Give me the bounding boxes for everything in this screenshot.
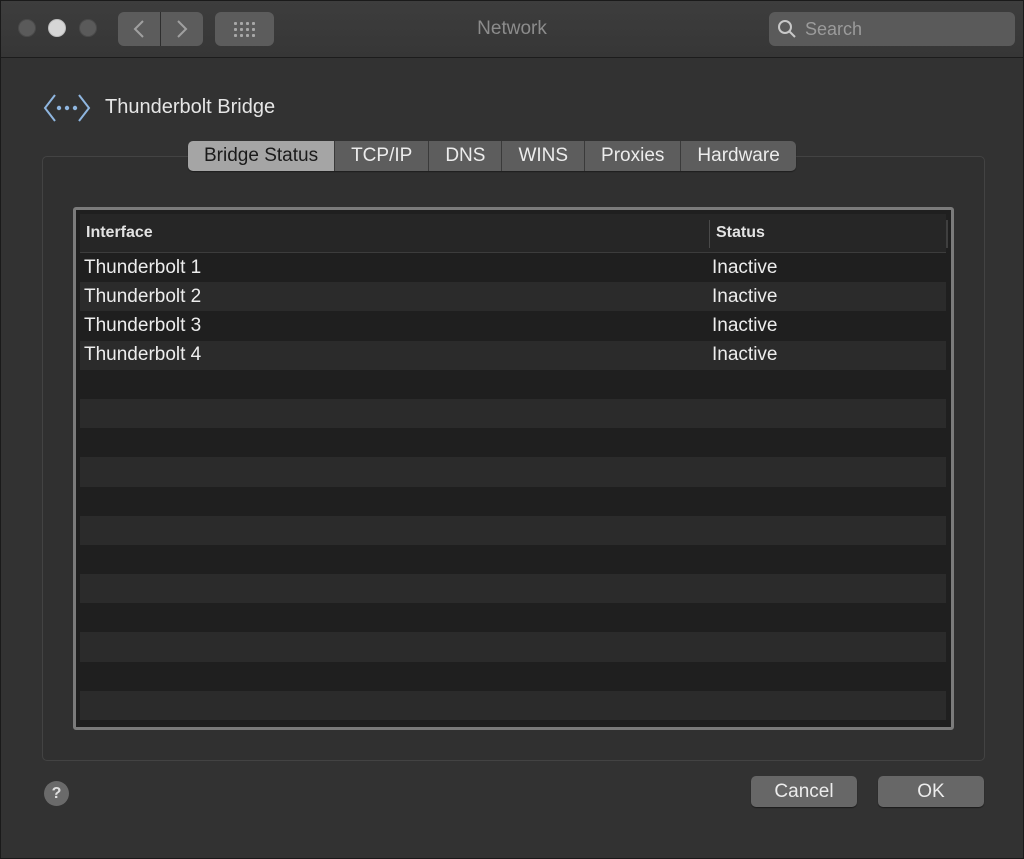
service-title: Thunderbolt Bridge (105, 96, 276, 118)
title-bar: Network (1, 1, 1023, 58)
search-field[interactable] (769, 12, 1015, 46)
table-row[interactable]: Thunderbolt 3 Inactive (80, 311, 946, 341)
empty-row (80, 486, 946, 516)
empty-row (80, 661, 946, 691)
empty-row (80, 603, 946, 633)
search-icon (778, 20, 796, 38)
search-input[interactable] (803, 17, 1007, 41)
table-row[interactable]: Thunderbolt 1 Inactive (80, 253, 946, 283)
column-header-status[interactable]: Status (716, 214, 765, 252)
network-preferences-window: Network Thunderbolt Bridge Bridge Status… (0, 0, 1024, 859)
tab-tcp-ip[interactable]: TCP/IP (334, 141, 429, 171)
interface-cell: Thunderbolt 1 (84, 256, 202, 278)
tab-hardware[interactable]: Hardware (680, 141, 796, 171)
empty-row (80, 574, 946, 604)
empty-row (80, 369, 946, 399)
empty-row (80, 398, 946, 429)
interface-cell: Thunderbolt 4 (84, 344, 202, 366)
table-row[interactable]: Thunderbolt 2 Inactive (80, 282, 946, 312)
table-row[interactable]: Thunderbolt 4 Inactive (80, 340, 946, 370)
cancel-button[interactable]: Cancel (751, 776, 857, 807)
interface-cell: Thunderbolt 3 (84, 314, 202, 336)
status-cell: Inactive (712, 256, 778, 278)
empty-row (80, 690, 946, 720)
ok-button[interactable]: OK (878, 776, 984, 807)
empty-row (80, 632, 946, 662)
status-cell: Inactive (712, 344, 778, 366)
column-divider[interactable] (709, 220, 710, 248)
tab-bridge-status[interactable]: Bridge Status (188, 141, 335, 171)
empty-row (80, 428, 946, 458)
empty-row (80, 457, 946, 487)
column-divider (946, 220, 948, 248)
empty-row (80, 544, 946, 575)
status-cell: Inactive (712, 314, 778, 336)
tab-proxies[interactable]: Proxies (584, 141, 681, 171)
tab-wins[interactable]: WINS (501, 141, 585, 171)
empty-row (80, 515, 946, 545)
tab-bar: Bridge Status TCP/IP DNS WINS Proxies Ha… (188, 141, 796, 171)
thunderbolt-bridge-icon (43, 94, 91, 122)
table-header: Interface Status (80, 214, 948, 253)
interface-cell: Thunderbolt 2 (84, 285, 202, 307)
tab-dns[interactable]: DNS (428, 141, 502, 171)
status-cell: Inactive (712, 285, 778, 307)
column-header-interface[interactable]: Interface (86, 214, 153, 252)
interfaces-table[interactable]: Interface Status Thunderbolt 1 Inactive … (73, 207, 954, 730)
help-button[interactable]: ? (44, 781, 69, 806)
table-body: Thunderbolt 1 Inactive Thunderbolt 2 Ina… (80, 253, 946, 725)
